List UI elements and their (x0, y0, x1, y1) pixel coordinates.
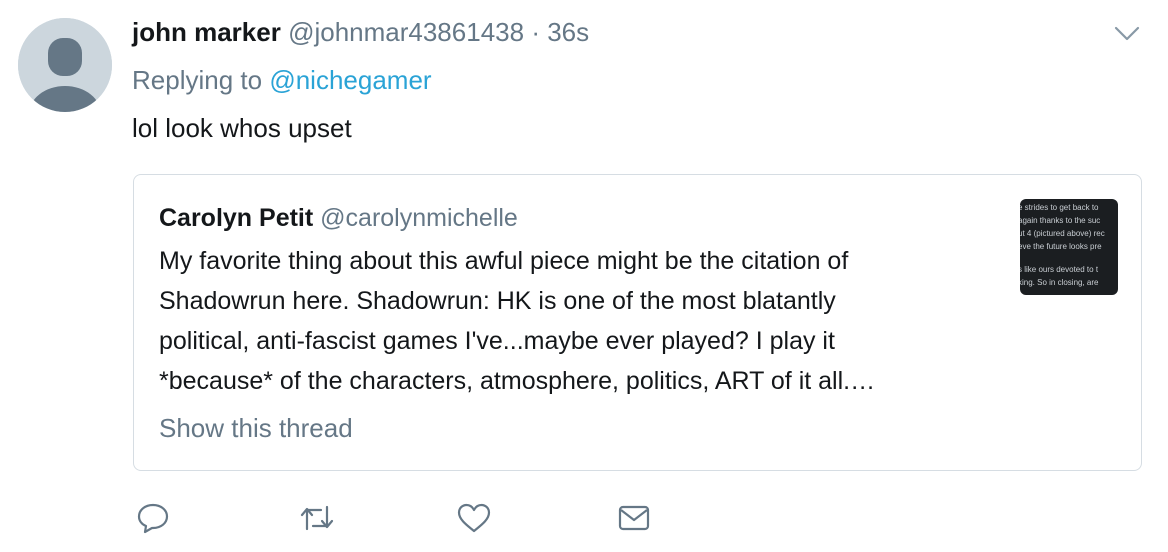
thumbnail-text-line: again thanks to the suc (1020, 216, 1101, 225)
tweet-actions (0, 496, 1168, 544)
default-avatar-icon (18, 18, 112, 112)
direct-message-button[interactable] (614, 496, 654, 540)
author-handle[interactable]: @johnmar43861438 (288, 17, 524, 47)
avatar[interactable] (18, 18, 112, 112)
thumbnail-text-line: e strides to get back to (1020, 203, 1099, 212)
quoted-tweet-text: My favorite thing about this awful piece… (159, 241, 989, 401)
heart-icon (457, 503, 491, 533)
thumbnail-text-line: king. So in closing, are (1020, 278, 1099, 287)
chevron-down-icon (1114, 26, 1140, 41)
quoted-text-line: My favorite thing about this awful piece… (159, 247, 849, 275)
thumbnail-text-line: s like ours devoted to t (1020, 265, 1099, 274)
replying-prefix: Replying to (132, 65, 263, 95)
separator-dot: · (531, 17, 540, 47)
show-thread-link[interactable]: Show this thread (159, 411, 353, 445)
replying-to: Replying to @nichegamer (132, 62, 432, 98)
quoted-tweet-card[interactable]: Carolyn Petit @carolynmichelle My favori… (133, 174, 1142, 471)
retweet-button[interactable] (297, 496, 337, 540)
timestamp[interactable]: 36s (547, 17, 589, 47)
quoted-text-line: *because* of the characters, atmosphere,… (159, 367, 876, 395)
thumbnail-text-line: ut 4 (pictured above) rec (1020, 229, 1105, 238)
more-options-button[interactable] (1112, 22, 1142, 46)
retweet-icon (300, 505, 334, 531)
quoted-text-line: political, anti-fascist games I've...may… (159, 327, 835, 355)
reply-icon (137, 503, 169, 534)
quoted-text-line: Shadowrun here. Shadowrun: HK is one of … (159, 287, 836, 315)
quoted-author-handle: @carolynmichelle (320, 204, 518, 232)
reply-button[interactable] (133, 496, 173, 540)
thumbnail-text-line: eve the future looks pre (1020, 242, 1102, 251)
tweet-text: lol look whos upset (132, 113, 352, 143)
envelope-icon (618, 505, 650, 531)
replying-to-mention[interactable]: @nichegamer (269, 65, 431, 95)
author-name[interactable]: john marker (132, 17, 281, 47)
quoted-author-name: Carolyn Petit (159, 204, 314, 232)
like-button[interactable] (454, 496, 494, 540)
tweet-header: john marker @johnmar43861438 · 36s (132, 14, 589, 50)
quoted-media-thumbnail[interactable]: e strides to get back to again thanks to… (1020, 199, 1118, 295)
quoted-tweet-header: Carolyn Petit @carolynmichelle (159, 201, 518, 235)
